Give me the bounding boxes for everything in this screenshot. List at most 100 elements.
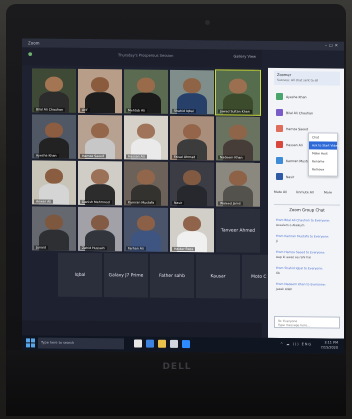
chat-message-text: Jazak Allah — [276, 286, 293, 292]
chat-message-sender[interactable]: From Shahid Iqbal to Everyone: — [276, 266, 323, 270]
participant-tile[interactable]: Hamza Saeed — [78, 114, 122, 160]
clock-date: 7/15/2020 — [320, 345, 338, 350]
participant-face — [137, 123, 155, 139]
edge-icon[interactable] — [146, 339, 155, 348]
participant-name: Danish Mehmood — [80, 199, 112, 205]
laptop-chin — [6, 350, 346, 416]
context-menu-item[interactable]: Chat — [309, 133, 337, 141]
participant-name: Shahid Iqbal — [172, 108, 196, 114]
chat-message-sender[interactable]: From Hamza Saeed to Everyone: — [276, 250, 325, 255]
participant-face — [91, 168, 109, 185]
taskbar-clock[interactable]: 3:11 PM 7/15/2020 — [321, 340, 338, 350]
participant-name: Arif — [80, 107, 90, 113]
participant-tile[interactable]: Arif — [78, 68, 122, 114]
participant-tile[interactable]: Father sahb — [150, 253, 194, 299]
avatar — [276, 124, 283, 133]
video-gallery: Bilal Ali Chauhan Arif Mehtab Ali Shahid Iq… — [32, 68, 286, 310]
participant-tile[interactable]: Jawad Sultan Khan — [215, 69, 261, 116]
participant-tile[interactable]: Danish Mehmood — [78, 160, 122, 206]
participant-face — [229, 78, 247, 94]
chat-message: From Shahid Iqbal to Everyone: Ok — [276, 266, 338, 283]
context-menu-item[interactable]: Ask to Start Video — [309, 141, 339, 150]
chat-placeholder: Type message here... — [278, 322, 310, 328]
participant-tile[interactable]: Kamran Mustafa — [124, 161, 168, 206]
participant-face — [45, 122, 63, 138]
avatar — [276, 92, 283, 101]
participant-tile[interactable]: Galaxy J7 Prime — [104, 253, 148, 298]
avatar — [276, 172, 283, 181]
chat-message-text: Aap ki awaz aa rahi hai — [276, 254, 311, 260]
participant-name: Waleed Jamil — [218, 201, 243, 206]
participant-tile[interactable]: Bilal Ali Chauhan — [32, 68, 76, 113]
context-menu-item[interactable]: Rename — [309, 157, 337, 165]
participant-row[interactable]: Ayesha Khan — [274, 90, 340, 107]
participant-tile[interactable]: Nadeem Khan — [216, 116, 260, 161]
participant-tile[interactable]: Ayesha Khan — [32, 114, 76, 159]
mute-all-button[interactable]: Mute All — [274, 190, 287, 194]
participant-face — [137, 215, 155, 231]
participant-tile[interactable]: Faisal Ahmad — [170, 115, 214, 161]
chat-title: Zoom Group Chat — [274, 203, 340, 215]
laptop-screen: Zoom –▢✕ ● Thursday's Prosperous Session… — [22, 38, 344, 354]
brand-logo: DELL — [162, 362, 192, 372]
participant-tile[interactable]: Anwar Ali — [32, 160, 76, 205]
participant-tile[interactable]: Zahid Hussain — [78, 206, 122, 252]
avatar — [276, 140, 283, 149]
chat-input[interactable]: To: Everyone Type message here... — [274, 315, 340, 329]
zoom-app-icon[interactable] — [182, 339, 191, 349]
file-explorer-icon[interactable] — [158, 339, 167, 348]
participant-tile[interactable]: Shahid Iqbal — [170, 69, 214, 115]
unmute-all-button[interactable]: Unmute All — [296, 190, 314, 194]
participant-name: Nadeem Khan — [218, 155, 245, 160]
participant-name: Jawad Sultan Khan — [218, 109, 252, 114]
participant-face — [183, 215, 201, 232]
context-menu-item[interactable]: Make Host — [309, 149, 337, 157]
window-controls[interactable]: –▢✕ — [325, 42, 340, 47]
avatar — [276, 156, 283, 165]
chat-message-sender[interactable]: From Bilal Ali Chauhan to Everyone: — [276, 218, 330, 223]
notification-text: Success: All chat sent to all — [277, 77, 319, 83]
task-view-icon[interactable] — [134, 339, 142, 348]
store-icon[interactable] — [170, 339, 179, 348]
participant-name: Ayesha Khan — [34, 153, 59, 158]
meeting-topbar: ● Thursday's Prosperous Session Gallery … — [22, 47, 262, 68]
chat-message-sender[interactable]: From Nadeem Khan to Everyone: — [276, 282, 326, 287]
shield-icon[interactable]: ● — [28, 51, 32, 57]
windows-start-icon[interactable] — [26, 338, 35, 348]
participant-tile[interactable]: Waleed Jamil — [216, 162, 260, 207]
participant-tile[interactable]: Farhan Ali — [124, 207, 168, 252]
taskbar-apps — [134, 339, 193, 349]
participant-row[interactable]: Bilal Ali Chauhan — [274, 106, 340, 123]
participant-tile[interactable]: Iqbal — [58, 252, 102, 298]
participant-tile[interactable]: Nasir — [170, 161, 214, 207]
participant-face — [229, 170, 247, 186]
chat-messages: From Bilal Ali Chauhan to Everyone: Assal… — [276, 218, 338, 299]
context-menu-item[interactable]: Remove — [309, 165, 337, 173]
participant-row-name: Hamza Saeed — [286, 127, 309, 132]
participant-face — [91, 122, 109, 139]
participant-name: Haider Raza — [172, 246, 196, 252]
notification-card[interactable]: Zoomer Success: All chat sent to all — [274, 70, 340, 86]
participant-tile[interactable]: Junaid — [32, 206, 76, 251]
participant-tile[interactable]: Kausar — [196, 254, 240, 299]
participant-tile[interactable]: Haider Raza — [170, 207, 214, 253]
participant-face — [183, 169, 201, 186]
taskbar-search[interactable]: Type here to search — [38, 337, 124, 350]
chat-message-sender[interactable]: From Kamran Mustafa to Everyone: — [276, 234, 329, 239]
view-toggle-button[interactable]: Gallery View — [234, 55, 256, 59]
meeting-title: Thursday's Prosperous Session — [118, 53, 174, 58]
clock-time: 3:11 PM — [324, 340, 338, 345]
chat-message-text: Ji — [276, 238, 278, 243]
chat-message: From Nadeem Khan to Everyone: Jazak Allah — [276, 282, 338, 299]
more-button[interactable]: More — [324, 190, 332, 194]
participant-face — [45, 168, 63, 184]
participant-name: Mehtab Ali — [126, 108, 147, 113]
participant-actions: Mute All Unmute All More — [274, 190, 340, 199]
participant-context-menu: Chat Ask to Start Video Make Host Rename Rem… — [308, 132, 339, 177]
participant-tile[interactable]: Mehtab Ali — [124, 69, 168, 114]
participant-tile[interactable]: Hassan Ali — [124, 115, 168, 160]
system-tray[interactable]: ^ ☁ ))) ENG — [280, 342, 312, 346]
participant-name: Junaid — [34, 245, 48, 250]
participant-tile[interactable]: Tanveer Ahmed — [216, 208, 260, 253]
participant-name: Galaxy J7 Prime — [108, 273, 144, 279]
